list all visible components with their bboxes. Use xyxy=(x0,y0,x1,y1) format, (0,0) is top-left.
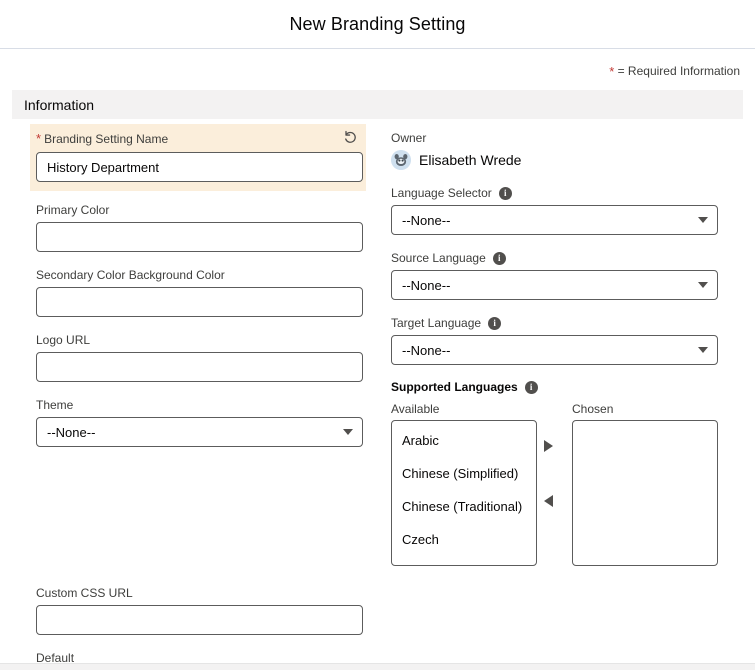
modal-header: New Branding Setting xyxy=(0,0,755,48)
undo-icon-glyph xyxy=(344,130,356,143)
page-title: New Branding Setting xyxy=(289,13,466,34)
user-avatar-icon xyxy=(391,150,411,170)
supported-languages-label: Supported Languages i xyxy=(391,380,721,394)
logo-url-input[interactable] xyxy=(36,352,363,382)
target-language-select[interactable]: --None-- xyxy=(391,335,718,365)
required-information-note: * = Required Information xyxy=(609,64,740,79)
secondary-color-input[interactable] xyxy=(36,287,363,317)
info-icon[interactable]: i xyxy=(492,251,506,265)
modal-footer xyxy=(0,663,755,670)
target-language-label: Target Language i xyxy=(391,315,721,331)
chevron-down-icon xyxy=(698,282,708,288)
primary-color-label: Primary Color xyxy=(36,203,110,217)
caret-right-icon[interactable] xyxy=(544,440,553,452)
available-label: Available xyxy=(391,402,440,416)
source-language-select[interactable]: --None-- xyxy=(391,270,718,300)
chevron-down-icon xyxy=(698,217,708,223)
custom-css-url-label: Custom CSS URL xyxy=(36,586,133,600)
field-owner: Owner Elisabeth Wrede xyxy=(391,130,721,170)
section-title: Information xyxy=(24,96,95,113)
section-information: Information xyxy=(12,90,743,119)
source-language-label: Source Language i xyxy=(391,250,721,266)
logo-url-label: Logo URL xyxy=(36,333,91,347)
required-marker: * xyxy=(36,131,42,146)
branding-setting-name-input[interactable] xyxy=(36,152,363,182)
target-language-selected-value: --None-- xyxy=(402,342,451,358)
theme-selected-value: --None-- xyxy=(47,424,96,440)
info-icon[interactable]: i xyxy=(524,380,538,394)
language-selector-select[interactable]: --None-- xyxy=(391,205,718,235)
field-branding-setting-name: * Branding Setting Name xyxy=(30,124,366,191)
secondary-color-label: Secondary Color Background Color xyxy=(36,268,225,282)
form-column-left: * Branding Setting Name Primary Color Se… xyxy=(30,124,366,670)
owner-label: Owner xyxy=(391,131,427,145)
chosen-label: Chosen xyxy=(572,402,614,416)
dual-listbox: Available Arabic Chinese (Simplified) Ch… xyxy=(391,402,721,566)
avatar-glyph xyxy=(391,150,411,170)
owner-value: Elisabeth Wrede xyxy=(391,150,721,170)
theme-select[interactable]: --None-- xyxy=(36,417,363,447)
source-language-label-text: Source Language xyxy=(391,251,486,265)
info-icon[interactable]: i xyxy=(498,186,512,200)
branding-setting-name-label-text: Branding Setting Name xyxy=(44,132,169,146)
dual-listbox-chosen-column: Chosen xyxy=(572,402,718,566)
required-asterisk: * xyxy=(609,64,615,79)
chevron-down-icon xyxy=(343,429,353,435)
dual-listbox-available-column: Available Arabic Chinese (Simplified) Ch… xyxy=(391,402,537,566)
info-icon[interactable]: i xyxy=(488,316,502,330)
field-theme: Theme --None-- xyxy=(36,397,366,447)
layout-spacer xyxy=(36,462,366,585)
form-column-right: Owner Elisabeth Wrede Language Selector … xyxy=(391,130,721,577)
language-selector-label: Language Selector i xyxy=(391,185,721,201)
undo-icon[interactable] xyxy=(342,129,358,145)
theme-label: Theme xyxy=(36,398,74,412)
dual-listbox-move-buttons xyxy=(540,429,568,549)
field-language-selector: Language Selector i --None-- xyxy=(391,185,721,235)
target-language-label-text: Target Language xyxy=(391,316,482,330)
list-item[interactable]: Chinese (Simplified) xyxy=(392,466,536,499)
language-selector-selected-value: --None-- xyxy=(402,212,451,228)
list-item[interactable]: Chinese (Traditional) xyxy=(392,499,536,532)
field-secondary-color-background-color: Secondary Color Background Color xyxy=(36,267,366,317)
list-item[interactable]: Czech xyxy=(392,532,536,565)
caret-left-icon[interactable] xyxy=(544,495,553,507)
owner-name[interactable]: Elisabeth Wrede xyxy=(419,152,521,168)
new-branding-setting-modal: New Branding Setting * = Required Inform… xyxy=(0,0,755,670)
branding-setting-name-label: * Branding Setting Name xyxy=(36,131,360,147)
field-custom-css-url: Custom CSS URL xyxy=(36,585,366,635)
field-primary-color: Primary Color xyxy=(36,202,366,252)
supported-languages-label-text: Supported Languages xyxy=(391,380,518,394)
field-source-language: Source Language i --None-- xyxy=(391,250,721,300)
field-target-language: Target Language i --None-- xyxy=(391,315,721,365)
required-information-label: = Required Information xyxy=(617,64,740,78)
header-divider xyxy=(0,48,755,49)
custom-css-url-input[interactable] xyxy=(36,605,363,635)
field-logo-url: Logo URL xyxy=(36,332,366,382)
primary-color-input[interactable] xyxy=(36,222,363,252)
language-selector-label-text: Language Selector xyxy=(391,186,492,200)
list-item[interactable]: Arabic xyxy=(392,433,536,466)
source-language-selected-value: --None-- xyxy=(402,277,451,293)
available-listbox[interactable]: Arabic Chinese (Simplified) Chinese (Tra… xyxy=(391,420,537,566)
chosen-listbox[interactable] xyxy=(572,420,718,566)
chevron-down-icon xyxy=(698,347,708,353)
field-supported-languages: Supported Languages i Available Arabic C… xyxy=(391,380,721,566)
